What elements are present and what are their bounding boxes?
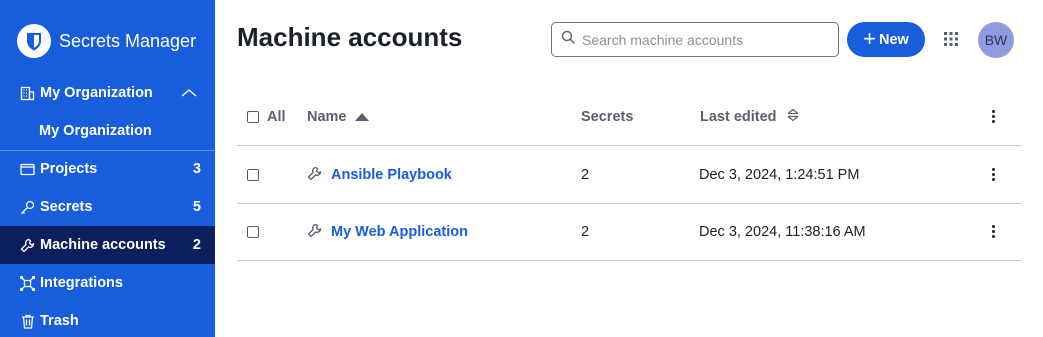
chevron-up-icon[interactable]: [181, 86, 197, 102]
row-more-options-icon[interactable]: [988, 225, 998, 238]
table-row[interactable]: Ansible Playbook 2 Dec 3, 2024, 1:24:51 …: [237, 147, 1021, 204]
projects-count: 3: [192, 161, 201, 177]
column-last-edited-label: Last edited: [700, 109, 777, 125]
machine-accounts-count: 2: [192, 237, 201, 253]
secrets-count-cell: 2: [581, 224, 590, 240]
app-switcher-grid-icon[interactable]: [943, 31, 959, 47]
integrations-icon: [19, 275, 36, 292]
machine-account-link[interactable]: My Web Application: [331, 224, 468, 240]
secrets-count-cell: 2: [581, 167, 590, 183]
folder-icon: [19, 161, 36, 178]
sidebar-item-label: Trash: [40, 313, 79, 329]
sidebar-item-label: Projects: [40, 161, 98, 177]
trash-icon: [19, 313, 36, 330]
avatar[interactable]: BW: [978, 22, 1014, 58]
header-more-options-icon[interactable]: [988, 110, 998, 123]
brand[interactable]: Secrets Manager: [17, 24, 196, 58]
bitwarden-shield-icon: [17, 24, 51, 58]
sidebar-item-secrets[interactable]: Secrets 5: [0, 188, 215, 226]
select-all[interactable]: All: [247, 98, 286, 136]
table-row[interactable]: My Web Application 2 Dec 3, 2024, 11:38:…: [237, 204, 1021, 261]
sort-ascending-icon: [354, 109, 369, 125]
key-icon: [19, 199, 36, 216]
table-header: All Name Secrets Last edited: [237, 98, 1021, 146]
sidebar-item-projects[interactable]: Projects 3: [0, 150, 215, 188]
wrench-icon: [19, 237, 36, 254]
column-secrets[interactable]: Secrets: [581, 98, 633, 136]
app-name: Secrets Manager: [59, 30, 197, 51]
row-checkbox[interactable]: [247, 226, 259, 238]
sidebar-item-label: Secrets: [40, 199, 93, 215]
select-all-checkbox[interactable]: [247, 111, 259, 123]
column-secrets-label: Secrets: [581, 109, 634, 125]
search-icon: [561, 30, 576, 50]
column-last-edited[interactable]: Last edited: [700, 98, 800, 136]
building-icon: [19, 85, 36, 102]
row-checkbox[interactable]: [247, 169, 259, 181]
sidebar-item-trash[interactable]: Trash: [0, 302, 215, 337]
sort-both-icon: [786, 108, 800, 126]
sidebar-item-label: Machine accounts: [40, 237, 166, 253]
column-name[interactable]: Name: [307, 98, 369, 136]
row-more-options-icon[interactable]: [988, 168, 998, 181]
last-edited-cell: Dec 3, 2024, 1:24:51 PM: [699, 167, 860, 183]
search-input[interactable]: [582, 31, 822, 48]
org-sub-label: My Organization: [39, 123, 152, 139]
sidebar: Secrets Manager My Organization My Organ…: [0, 0, 215, 337]
sidebar-item-machine-accounts[interactable]: Machine accounts 2: [0, 226, 215, 264]
org-header-label: My Organization: [40, 85, 153, 101]
nav-org-sub[interactable]: My Organization: [0, 112, 215, 150]
column-name-label: Name: [307, 109, 347, 125]
new-button[interactable]: + New: [847, 22, 925, 57]
wrench-icon: [307, 223, 322, 242]
machine-account-link[interactable]: Ansible Playbook: [331, 167, 452, 183]
last-edited-cell: Dec 3, 2024, 11:38:16 AM: [699, 224, 866, 240]
wrench-icon: [307, 166, 322, 185]
page-title: Machine accounts: [237, 22, 463, 52]
plus-icon: +: [863, 25, 877, 51]
sidebar-item-integrations[interactable]: Integrations: [0, 264, 215, 302]
select-all-label: All: [267, 109, 286, 125]
new-button-label: New: [879, 31, 909, 48]
secrets-count: 5: [192, 199, 201, 215]
nav-org-header[interactable]: My Organization: [0, 74, 215, 112]
search-box[interactable]: [551, 22, 839, 57]
sidebar-item-label: Integrations: [40, 275, 123, 291]
